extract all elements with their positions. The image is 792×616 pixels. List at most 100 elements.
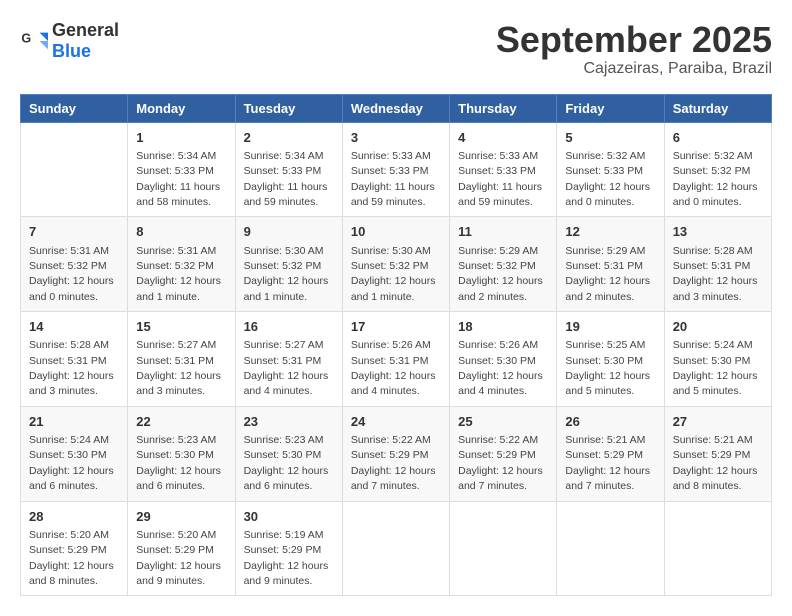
month-title: September 2025 [496, 20, 772, 60]
day-cell: 29Sunrise: 5:20 AM Sunset: 5:29 PM Dayli… [128, 501, 235, 596]
day-info: Sunrise: 5:31 AM Sunset: 5:32 PM Dayligh… [29, 245, 114, 303]
day-cell: 27 Sunrise: 5:21 AM Sunset: 5:29 PM Dayli… [664, 406, 771, 501]
day-number: 2 [244, 129, 334, 147]
day-number: 5 [565, 129, 655, 147]
day-cell: 14 Sunrise: 5:28 AM Sunset: 5:31 PM Dayli… [21, 312, 128, 407]
day-cell: 8Sunrise: 5:31 AM Sunset: 5:32 PM Daylig… [128, 217, 235, 312]
day-number: 26 [565, 413, 655, 431]
day-cell: 30 Sunrise: 5:19 AM Sunset: 5:29 PM Dayli… [235, 501, 342, 596]
day-info: Sunrise: 5:34 AM Sunset: 5:33 PM Dayligh… [244, 150, 328, 208]
logo-icon: G [20, 27, 48, 55]
header: G General Blue September 2025 Cajazeiras… [20, 20, 772, 78]
day-cell: 21 Sunrise: 5:24 AM Sunset: 5:30 PM Dayli… [21, 406, 128, 501]
day-info: Sunrise: 5:23 AM Sunset: 5:30 PM Dayligh… [136, 434, 221, 492]
day-info: Sunrise: 5:20 AM Sunset: 5:29 PM Dayligh… [136, 529, 221, 587]
day-number: 30 [244, 508, 334, 526]
day-info: Sunrise: 5:29 AM Sunset: 5:31 PM Dayligh… [565, 245, 650, 303]
day-cell: 13 Sunrise: 5:28 AM Sunset: 5:31 PM Dayli… [664, 217, 771, 312]
day-info: Sunrise: 5:20 AM Sunset: 5:29 PM Dayligh… [29, 529, 114, 587]
day-cell: 22 Sunrise: 5:23 AM Sunset: 5:30 PM Dayli… [128, 406, 235, 501]
day-info: Sunrise: 5:24 AM Sunset: 5:30 PM Dayligh… [29, 434, 114, 492]
day-cell [342, 501, 449, 596]
day-number: 14 [29, 318, 119, 336]
day-cell: 7Sunrise: 5:31 AM Sunset: 5:32 PM Daylig… [21, 217, 128, 312]
day-number: 16 [244, 318, 334, 336]
day-cell: 3 Sunrise: 5:33 AM Sunset: 5:33 PM Daylig… [342, 122, 449, 217]
day-info: Sunrise: 5:34 AM Sunset: 5:33 PM Dayligh… [136, 150, 220, 208]
day-cell: 28 Sunrise: 5:20 AM Sunset: 5:29 PM Dayli… [21, 501, 128, 596]
day-info: Sunrise: 5:24 AM Sunset: 5:30 PM Dayligh… [673, 339, 758, 397]
day-number: 23 [244, 413, 334, 431]
week-row-5: 28 Sunrise: 5:20 AM Sunset: 5:29 PM Dayli… [21, 501, 772, 596]
day-cell: 6 Sunrise: 5:32 AM Sunset: 5:32 PM Daylig… [664, 122, 771, 217]
day-number: 12 [565, 223, 655, 241]
day-info: Sunrise: 5:28 AM Sunset: 5:31 PM Dayligh… [673, 245, 758, 303]
logo-blue: Blue [52, 41, 91, 61]
day-number: 20 [673, 318, 763, 336]
logo-general: General [52, 20, 119, 40]
day-number: 6 [673, 129, 763, 147]
day-info: Sunrise: 5:21 AM Sunset: 5:29 PM Dayligh… [673, 434, 758, 492]
day-number: 3 [351, 129, 441, 147]
calendar-body: 1 Sunrise: 5:34 AM Sunset: 5:33 PM Daylig… [21, 122, 772, 596]
day-cell [664, 501, 771, 596]
day-number: 18 [458, 318, 548, 336]
day-info: Sunrise: 5:26 AM Sunset: 5:31 PM Dayligh… [351, 339, 436, 397]
day-cell: 17 Sunrise: 5:26 AM Sunset: 5:31 PM Dayli… [342, 312, 449, 407]
week-row-2: 7Sunrise: 5:31 AM Sunset: 5:32 PM Daylig… [21, 217, 772, 312]
day-cell: 9 Sunrise: 5:30 AM Sunset: 5:32 PM Daylig… [235, 217, 342, 312]
day-cell: 15Sunrise: 5:27 AM Sunset: 5:31 PM Dayli… [128, 312, 235, 407]
day-info: Sunrise: 5:33 AM Sunset: 5:33 PM Dayligh… [351, 150, 435, 208]
day-cell: 5 Sunrise: 5:32 AM Sunset: 5:33 PM Daylig… [557, 122, 664, 217]
day-info: Sunrise: 5:32 AM Sunset: 5:32 PM Dayligh… [673, 150, 758, 208]
day-number: 1 [136, 129, 226, 147]
day-cell: 16Sunrise: 5:27 AM Sunset: 5:31 PM Dayli… [235, 312, 342, 407]
header-friday: Friday [557, 94, 664, 122]
day-cell: 24Sunrise: 5:22 AM Sunset: 5:29 PM Dayli… [342, 406, 449, 501]
header-saturday: Saturday [664, 94, 771, 122]
day-number: 17 [351, 318, 441, 336]
day-info: Sunrise: 5:30 AM Sunset: 5:32 PM Dayligh… [351, 245, 436, 303]
day-number: 11 [458, 223, 548, 241]
day-number: 24 [351, 413, 441, 431]
day-info: Sunrise: 5:33 AM Sunset: 5:33 PM Dayligh… [458, 150, 542, 208]
day-info: Sunrise: 5:31 AM Sunset: 5:32 PM Dayligh… [136, 245, 221, 303]
week-row-1: 1 Sunrise: 5:34 AM Sunset: 5:33 PM Daylig… [21, 122, 772, 217]
day-cell: 19Sunrise: 5:25 AM Sunset: 5:30 PM Dayli… [557, 312, 664, 407]
header-thursday: Thursday [450, 94, 557, 122]
day-cell: 26Sunrise: 5:21 AM Sunset: 5:29 PM Dayli… [557, 406, 664, 501]
day-number: 13 [673, 223, 763, 241]
location-title: Cajazeiras, Paraiba, Brazil [496, 60, 772, 78]
day-number: 25 [458, 413, 548, 431]
day-cell: 10 Sunrise: 5:30 AM Sunset: 5:32 PM Dayli… [342, 217, 449, 312]
title-area: September 2025 Cajazeiras, Paraiba, Braz… [496, 20, 772, 78]
svg-text:G: G [21, 31, 31, 45]
day-number: 21 [29, 413, 119, 431]
day-cell: 25 Sunrise: 5:22 AM Sunset: 5:29 PM Dayli… [450, 406, 557, 501]
day-number: 19 [565, 318, 655, 336]
day-info: Sunrise: 5:32 AM Sunset: 5:33 PM Dayligh… [565, 150, 650, 208]
day-info: Sunrise: 5:19 AM Sunset: 5:29 PM Dayligh… [244, 529, 329, 587]
logo: G General Blue [20, 20, 119, 62]
day-cell: 20 Sunrise: 5:24 AM Sunset: 5:30 PM Dayli… [664, 312, 771, 407]
day-number: 10 [351, 223, 441, 241]
day-info: Sunrise: 5:26 AM Sunset: 5:30 PM Dayligh… [458, 339, 543, 397]
day-info: Sunrise: 5:30 AM Sunset: 5:32 PM Dayligh… [244, 245, 329, 303]
day-cell [557, 501, 664, 596]
day-number: 9 [244, 223, 334, 241]
header-sunday: Sunday [21, 94, 128, 122]
day-cell [21, 122, 128, 217]
day-number: 28 [29, 508, 119, 526]
day-number: 22 [136, 413, 226, 431]
calendar-table: SundayMondayTuesdayWednesdayThursdayFrid… [20, 94, 772, 597]
calendar-header: SundayMondayTuesdayWednesdayThursdayFrid… [21, 94, 772, 122]
day-info: Sunrise: 5:22 AM Sunset: 5:29 PM Dayligh… [458, 434, 543, 492]
header-wednesday: Wednesday [342, 94, 449, 122]
day-number: 4 [458, 129, 548, 147]
day-number: 27 [673, 413, 763, 431]
day-cell: 12 Sunrise: 5:29 AM Sunset: 5:31 PM Dayli… [557, 217, 664, 312]
day-cell: 23Sunrise: 5:23 AM Sunset: 5:30 PM Dayli… [235, 406, 342, 501]
day-cell: 1 Sunrise: 5:34 AM Sunset: 5:33 PM Daylig… [128, 122, 235, 217]
day-number: 15 [136, 318, 226, 336]
day-info: Sunrise: 5:28 AM Sunset: 5:31 PM Dayligh… [29, 339, 114, 397]
